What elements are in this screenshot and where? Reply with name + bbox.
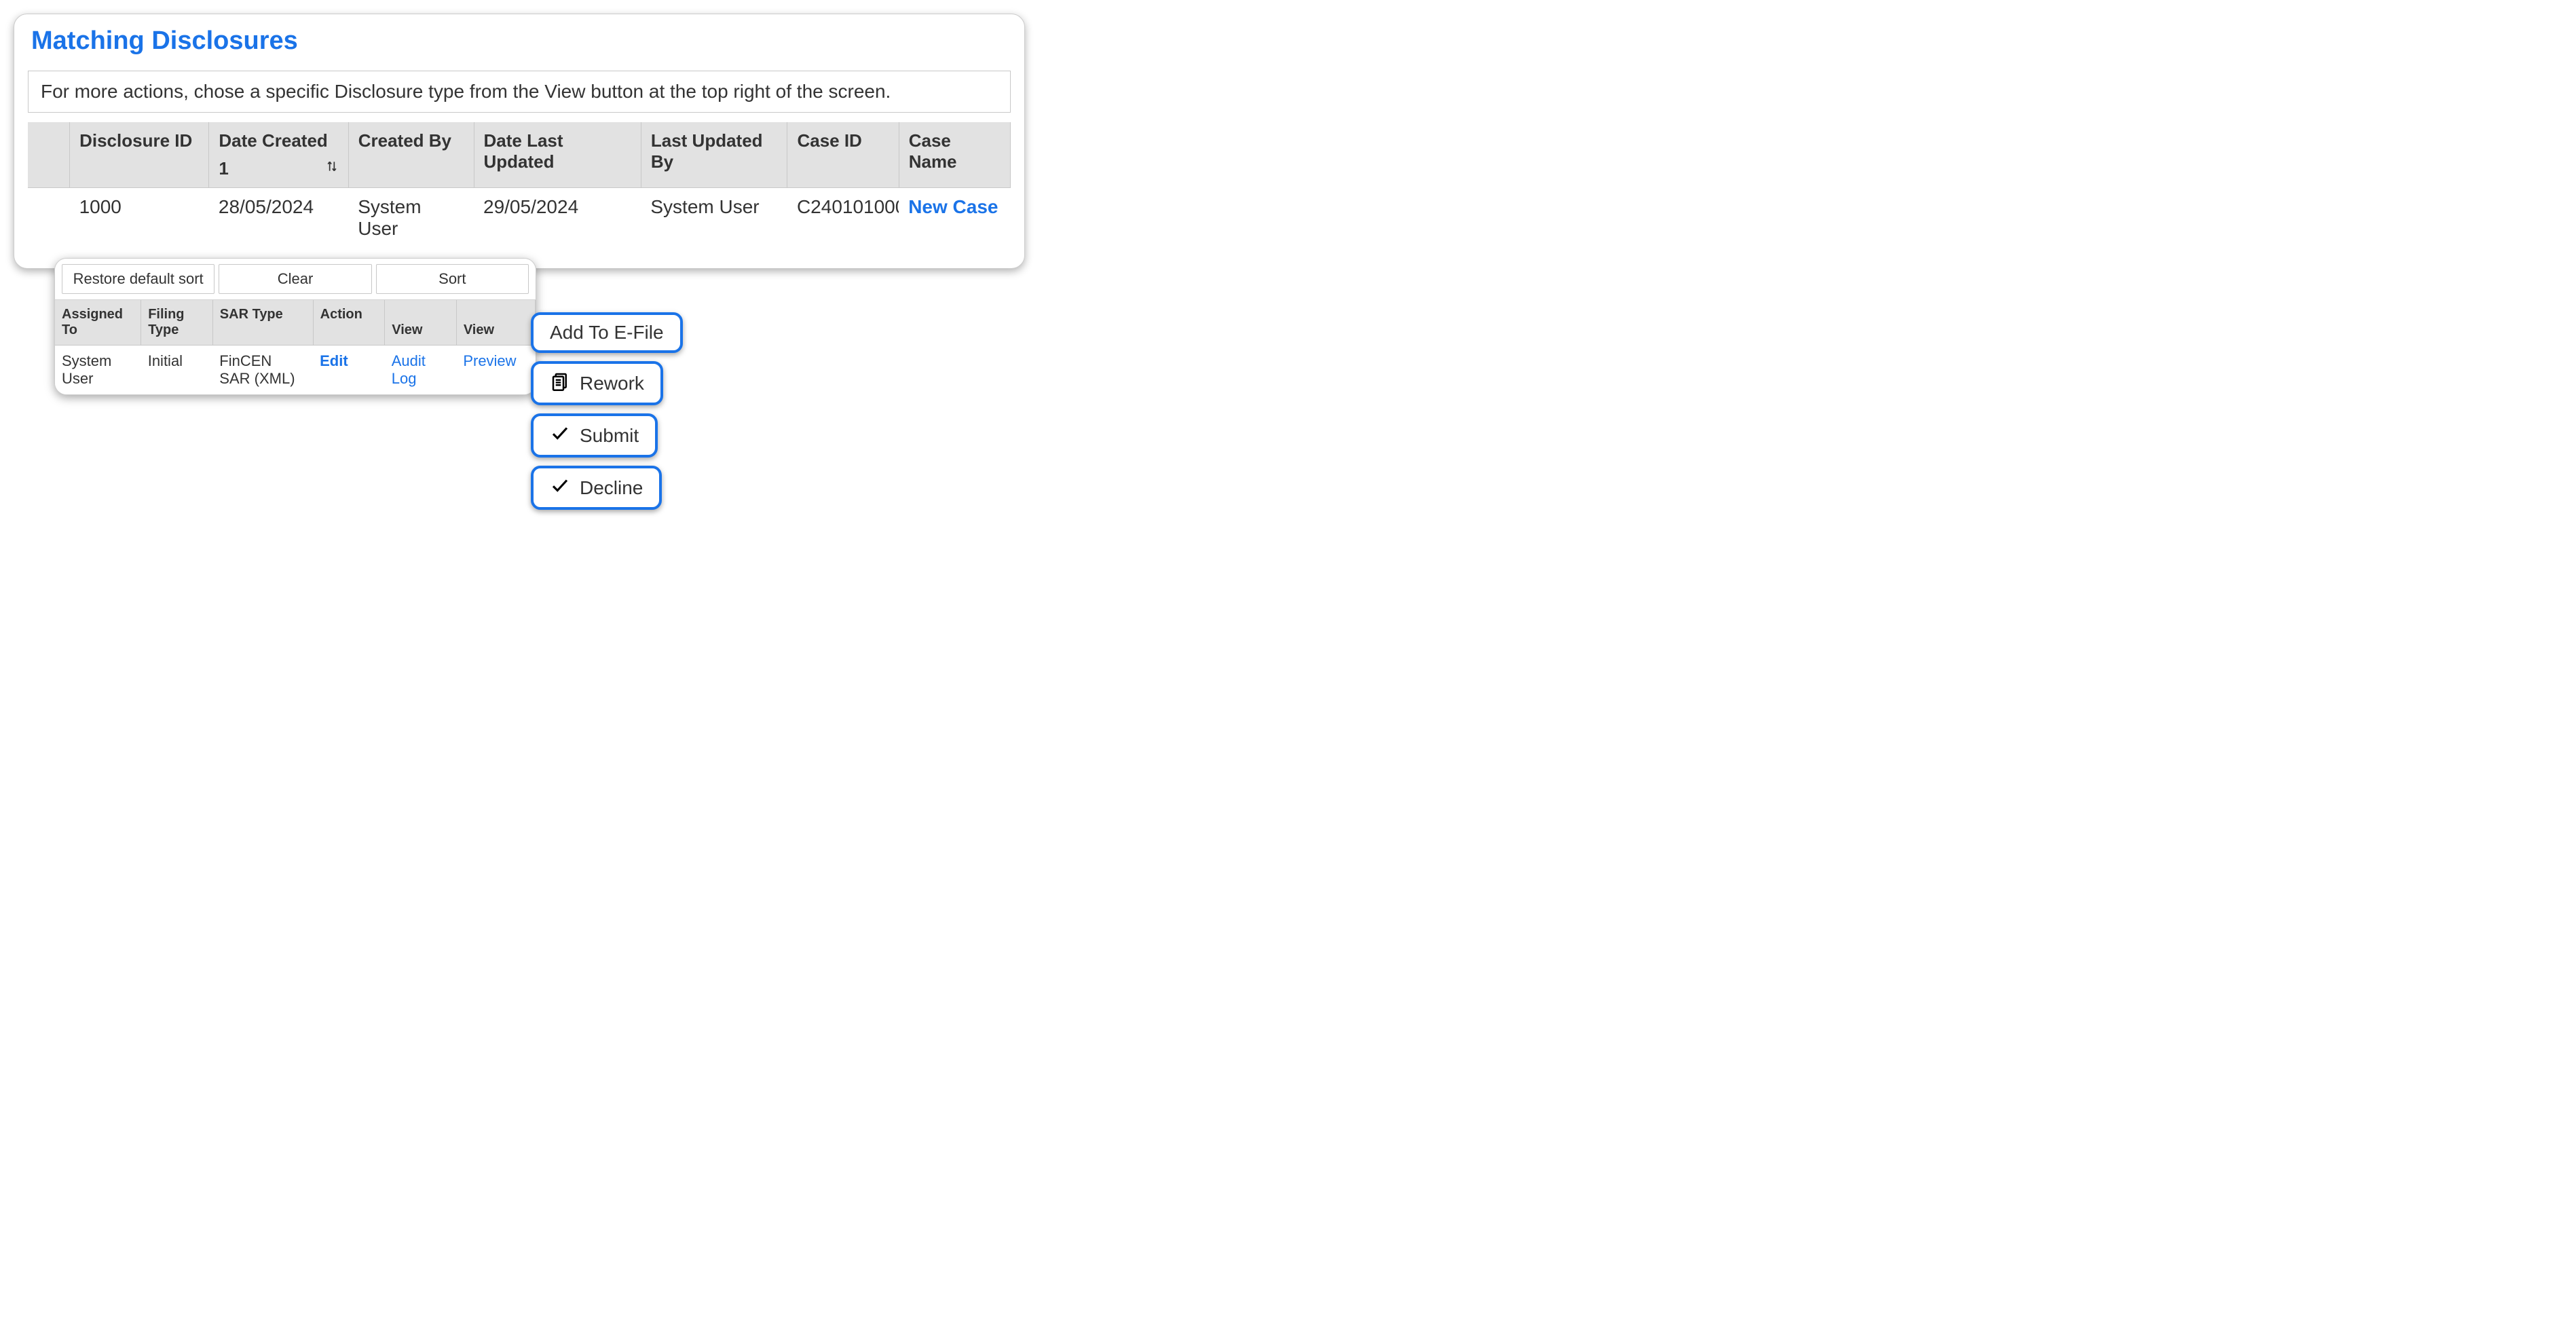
sort-arrows-icon[interactable] [325, 158, 339, 179]
col-date-last-updated[interactable]: Date Last Updated [474, 122, 641, 188]
cell-filing-type: Initial [141, 346, 213, 395]
col-disclosure-id[interactable]: Disclosure ID [70, 122, 209, 188]
col-view-2[interactable]: View [456, 300, 535, 346]
table-header-row: Disclosure ID Date Created 1 Created By [28, 122, 1011, 188]
cell-last-updated-by: System User [641, 188, 787, 248]
sort-sub-panel: Restore default sort Clear Sort Assigned… [54, 258, 536, 395]
cell-case-name: New Case [899, 188, 1010, 248]
col-date-created-label: Date Created [219, 130, 327, 151]
sub-table-row[interactable]: System User Initial FinCEN SAR (XML) Edi… [55, 346, 536, 395]
col-expand[interactable] [28, 122, 70, 188]
cell-date-created: 28/05/2024 [209, 188, 348, 248]
info-bar: For more actions, chose a specific Discl… [28, 71, 1011, 113]
cell-created-by: System User [348, 188, 474, 248]
clear-button[interactable]: Clear [219, 264, 371, 294]
col-view-1[interactable]: View [385, 300, 457, 346]
sub-table: Assigned To Filing Type SAR Type Action … [55, 300, 536, 394]
matching-disclosures-panel: Matching Disclosures For more actions, c… [14, 14, 1025, 269]
cell-assigned-to: System User [55, 346, 141, 395]
preview-link[interactable]: Preview [456, 346, 535, 395]
col-case-name[interactable]: Case Name [899, 122, 1010, 188]
check-icon [550, 475, 570, 500]
sub-header-row: Assigned To Filing Type SAR Type Action … [55, 300, 536, 346]
clipboard-icon [550, 371, 570, 396]
sort-toolbar: Restore default sort Clear Sort [55, 259, 536, 300]
panel-title: Matching Disclosures [14, 14, 1024, 62]
col-date-created[interactable]: Date Created 1 [209, 122, 348, 188]
edit-link[interactable]: Edit [313, 346, 385, 395]
add-to-efile-label: Add To E-File [550, 322, 664, 343]
col-filing-type[interactable]: Filing Type [141, 300, 213, 346]
col-created-by[interactable]: Created By [348, 122, 474, 188]
sort-priority: 1 [219, 158, 228, 179]
add-to-efile-button[interactable]: Add To E-File [531, 312, 683, 353]
audit-log-link[interactable]: Audit Log [385, 346, 457, 395]
decline-button[interactable]: Decline [531, 466, 662, 510]
col-last-updated-by[interactable]: Last Updated By [641, 122, 787, 188]
submit-button[interactable]: Submit [531, 413, 658, 458]
col-action[interactable]: Action [313, 300, 385, 346]
sort-button[interactable]: Sort [376, 264, 529, 294]
submit-label: Submit [580, 425, 639, 447]
disclosures-table: Disclosure ID Date Created 1 Created By [28, 122, 1011, 248]
cell-date-last-updated: 29/05/2024 [474, 188, 641, 248]
table-row[interactable]: 1000 28/05/2024 System User 29/05/2024 S… [28, 188, 1011, 248]
check-icon [550, 423, 570, 448]
col-case-id[interactable]: Case ID [787, 122, 899, 188]
decline-label: Decline [580, 477, 643, 499]
rework-label: Rework [580, 373, 644, 394]
case-name-link[interactable]: New Case [908, 196, 998, 217]
cell-sar-type: FinCEN SAR (XML) [212, 346, 313, 395]
col-sar-type[interactable]: SAR Type [212, 300, 313, 346]
restore-default-sort-button[interactable]: Restore default sort [62, 264, 214, 294]
col-assigned-to[interactable]: Assigned To [55, 300, 141, 346]
cell-disclosure-id: 1000 [70, 188, 209, 248]
action-button-stack: Add To E-File Rework Submit Decline [531, 312, 683, 510]
rework-button[interactable]: Rework [531, 361, 663, 405]
cell-case-id: C240101000 [787, 188, 899, 248]
